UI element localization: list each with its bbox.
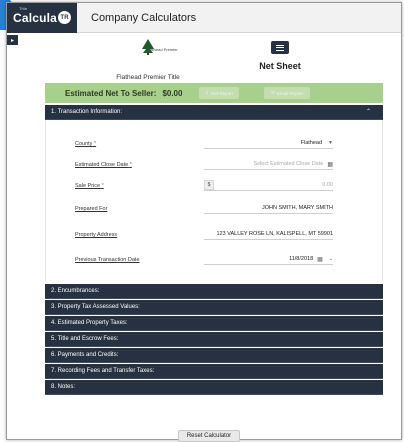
net-value: $0.00 bbox=[162, 88, 183, 98]
app-logo[interactable]: Title Calcula TR bbox=[7, 3, 77, 33]
section-property-tax-assessed[interactable]: 3. Property Tax Assessed Values: bbox=[45, 300, 383, 315]
section-title: 3. Property Tax Assessed Values: bbox=[51, 304, 140, 310]
prepared-for-value: JOHN SMITH, MARY SMITH bbox=[262, 205, 333, 211]
prepared-for-input[interactable]: JOHN SMITH, MARY SMITH bbox=[204, 203, 333, 214]
envelope-icon: ✉ bbox=[271, 90, 275, 95]
close-date-field[interactable]: Select Estimated Close Date ▦ bbox=[204, 159, 333, 170]
brand-logo-text: Flathead Premier bbox=[147, 47, 178, 52]
download-icon: ⇩ bbox=[205, 90, 209, 95]
property-address-input[interactable]: 123 VALLEY ROSE LN, KALISPELL, MT 59901 bbox=[204, 229, 333, 240]
previous-date-value: 11/8/2018 bbox=[289, 256, 314, 262]
app-title: Company Calculators bbox=[91, 11, 197, 24]
logo-badge: TR bbox=[58, 11, 72, 24]
brand-block: Flathead Premier Flathead Premier Title bbox=[103, 39, 193, 81]
county-select[interactable]: Flathead ▼ bbox=[204, 138, 333, 149]
currency-prefix: $ bbox=[204, 180, 214, 190]
calendar-icon[interactable]: ▦ bbox=[327, 161, 333, 168]
section-estimated-property-taxes[interactable]: 4. Estimated Property Taxes: bbox=[45, 316, 383, 331]
sale-price-label: Sale Price * bbox=[75, 183, 104, 189]
chevron-up-icon[interactable]: ⌃ bbox=[366, 108, 371, 115]
email-report-label: Email Report bbox=[276, 90, 303, 96]
brand-caption: Flathead Premier Title bbox=[116, 74, 180, 81]
prepared-for-row: Prepared For JOHN SMITH, MARY SMITH bbox=[46, 203, 384, 218]
section-title: 6. Payments and Credits: bbox=[51, 352, 119, 358]
close-date-placeholder: Select Estimated Close Date bbox=[253, 161, 324, 167]
email-report-button[interactable]: ✉ Email Report bbox=[264, 87, 310, 99]
menu-button[interactable] bbox=[271, 41, 289, 54]
section-title: 4. Estimated Property Taxes: bbox=[51, 320, 128, 326]
county-value: Flathead bbox=[300, 140, 323, 146]
previous-date-row: Previous Transaction Date 11/8/2018 ▦ ⌄ bbox=[46, 254, 384, 269]
section-notes[interactable]: 8. Notes: bbox=[45, 380, 383, 395]
previous-date-field[interactable]: 11/8/2018 ▦ ⌄ bbox=[204, 254, 333, 265]
section-title: 1. Transaction Information: bbox=[51, 109, 123, 115]
sale-price-input[interactable]: $ 0.00 bbox=[204, 180, 333, 191]
transaction-form: County * Flathead ▼ Estimated Close Date… bbox=[45, 120, 383, 281]
county-row: County * Flathead ▼ bbox=[46, 138, 384, 153]
prepared-for-label: Prepared For bbox=[75, 206, 108, 212]
chevron-down-icon: ▼ bbox=[328, 140, 333, 146]
section-title-escrow-fees[interactable]: 5. Title and Escrow Fees: bbox=[45, 332, 383, 347]
get-report-label: Get Report bbox=[210, 90, 233, 96]
sale-price-row: Sale Price * $ 0.00 bbox=[46, 180, 384, 195]
logo-prefix: Title bbox=[19, 5, 28, 11]
calendar-icon[interactable]: ▦ bbox=[317, 256, 323, 263]
section-title: 2. Encumbrances: bbox=[51, 288, 100, 294]
sale-price-placeholder: 0.00 bbox=[322, 182, 333, 188]
section-title: 7. Recording Fees and Transfer Taxes: bbox=[51, 368, 155, 374]
net-summary-bar: Estimated Net To Seller: $0.00 ⇩ Get Rep… bbox=[45, 83, 383, 103]
section-transaction-header[interactable]: 1. Transaction Information: ⌃ bbox=[45, 105, 383, 120]
page-title: Net Sheet bbox=[259, 61, 301, 71]
chevron-down-icon: ⌄ bbox=[328, 256, 333, 262]
get-report-button[interactable]: ⇩ Get Report bbox=[199, 87, 239, 99]
previous-date-label: Previous Transaction Date bbox=[75, 257, 140, 263]
hamburger-icon bbox=[276, 44, 284, 46]
close-date-row: Estimated Close Date * Select Estimated … bbox=[46, 159, 384, 174]
section-title: 8. Notes: bbox=[51, 384, 76, 390]
section-recording-fees[interactable]: 7. Recording Fees and Transfer Taxes: bbox=[45, 364, 383, 379]
section-title: 5. Title and Escrow Fees: bbox=[51, 336, 119, 342]
county-label: County * bbox=[75, 141, 97, 147]
app-window: Title Calcula TR Company Calculators ▸ F… bbox=[6, 2, 402, 440]
calculator-header: Flathead Premier Flathead Premier Title … bbox=[43, 39, 371, 81]
property-address-label: Property Address bbox=[75, 232, 118, 238]
top-bar: Title Calcula TR Company Calculators bbox=[7, 3, 401, 33]
property-address-row: Property Address 123 VALLEY ROSE LN, KAL… bbox=[46, 229, 384, 244]
logo-text: Calcula bbox=[12, 10, 58, 25]
sidebar-toggle-icon[interactable]: ▸ bbox=[7, 35, 18, 45]
property-address-value: 123 VALLEY ROSE LN, KALISPELL, MT 59901 bbox=[216, 231, 334, 237]
section-encumbrances[interactable]: 2. Encumbrances: bbox=[45, 284, 383, 299]
close-date-label: Estimated Close Date * bbox=[75, 162, 132, 168]
net-label: Estimated Net To Seller: bbox=[65, 88, 157, 98]
reset-calculator-button[interactable]: Reset Calculator bbox=[178, 430, 240, 442]
section-payments-credits[interactable]: 6. Payments and Credits: bbox=[45, 348, 383, 363]
